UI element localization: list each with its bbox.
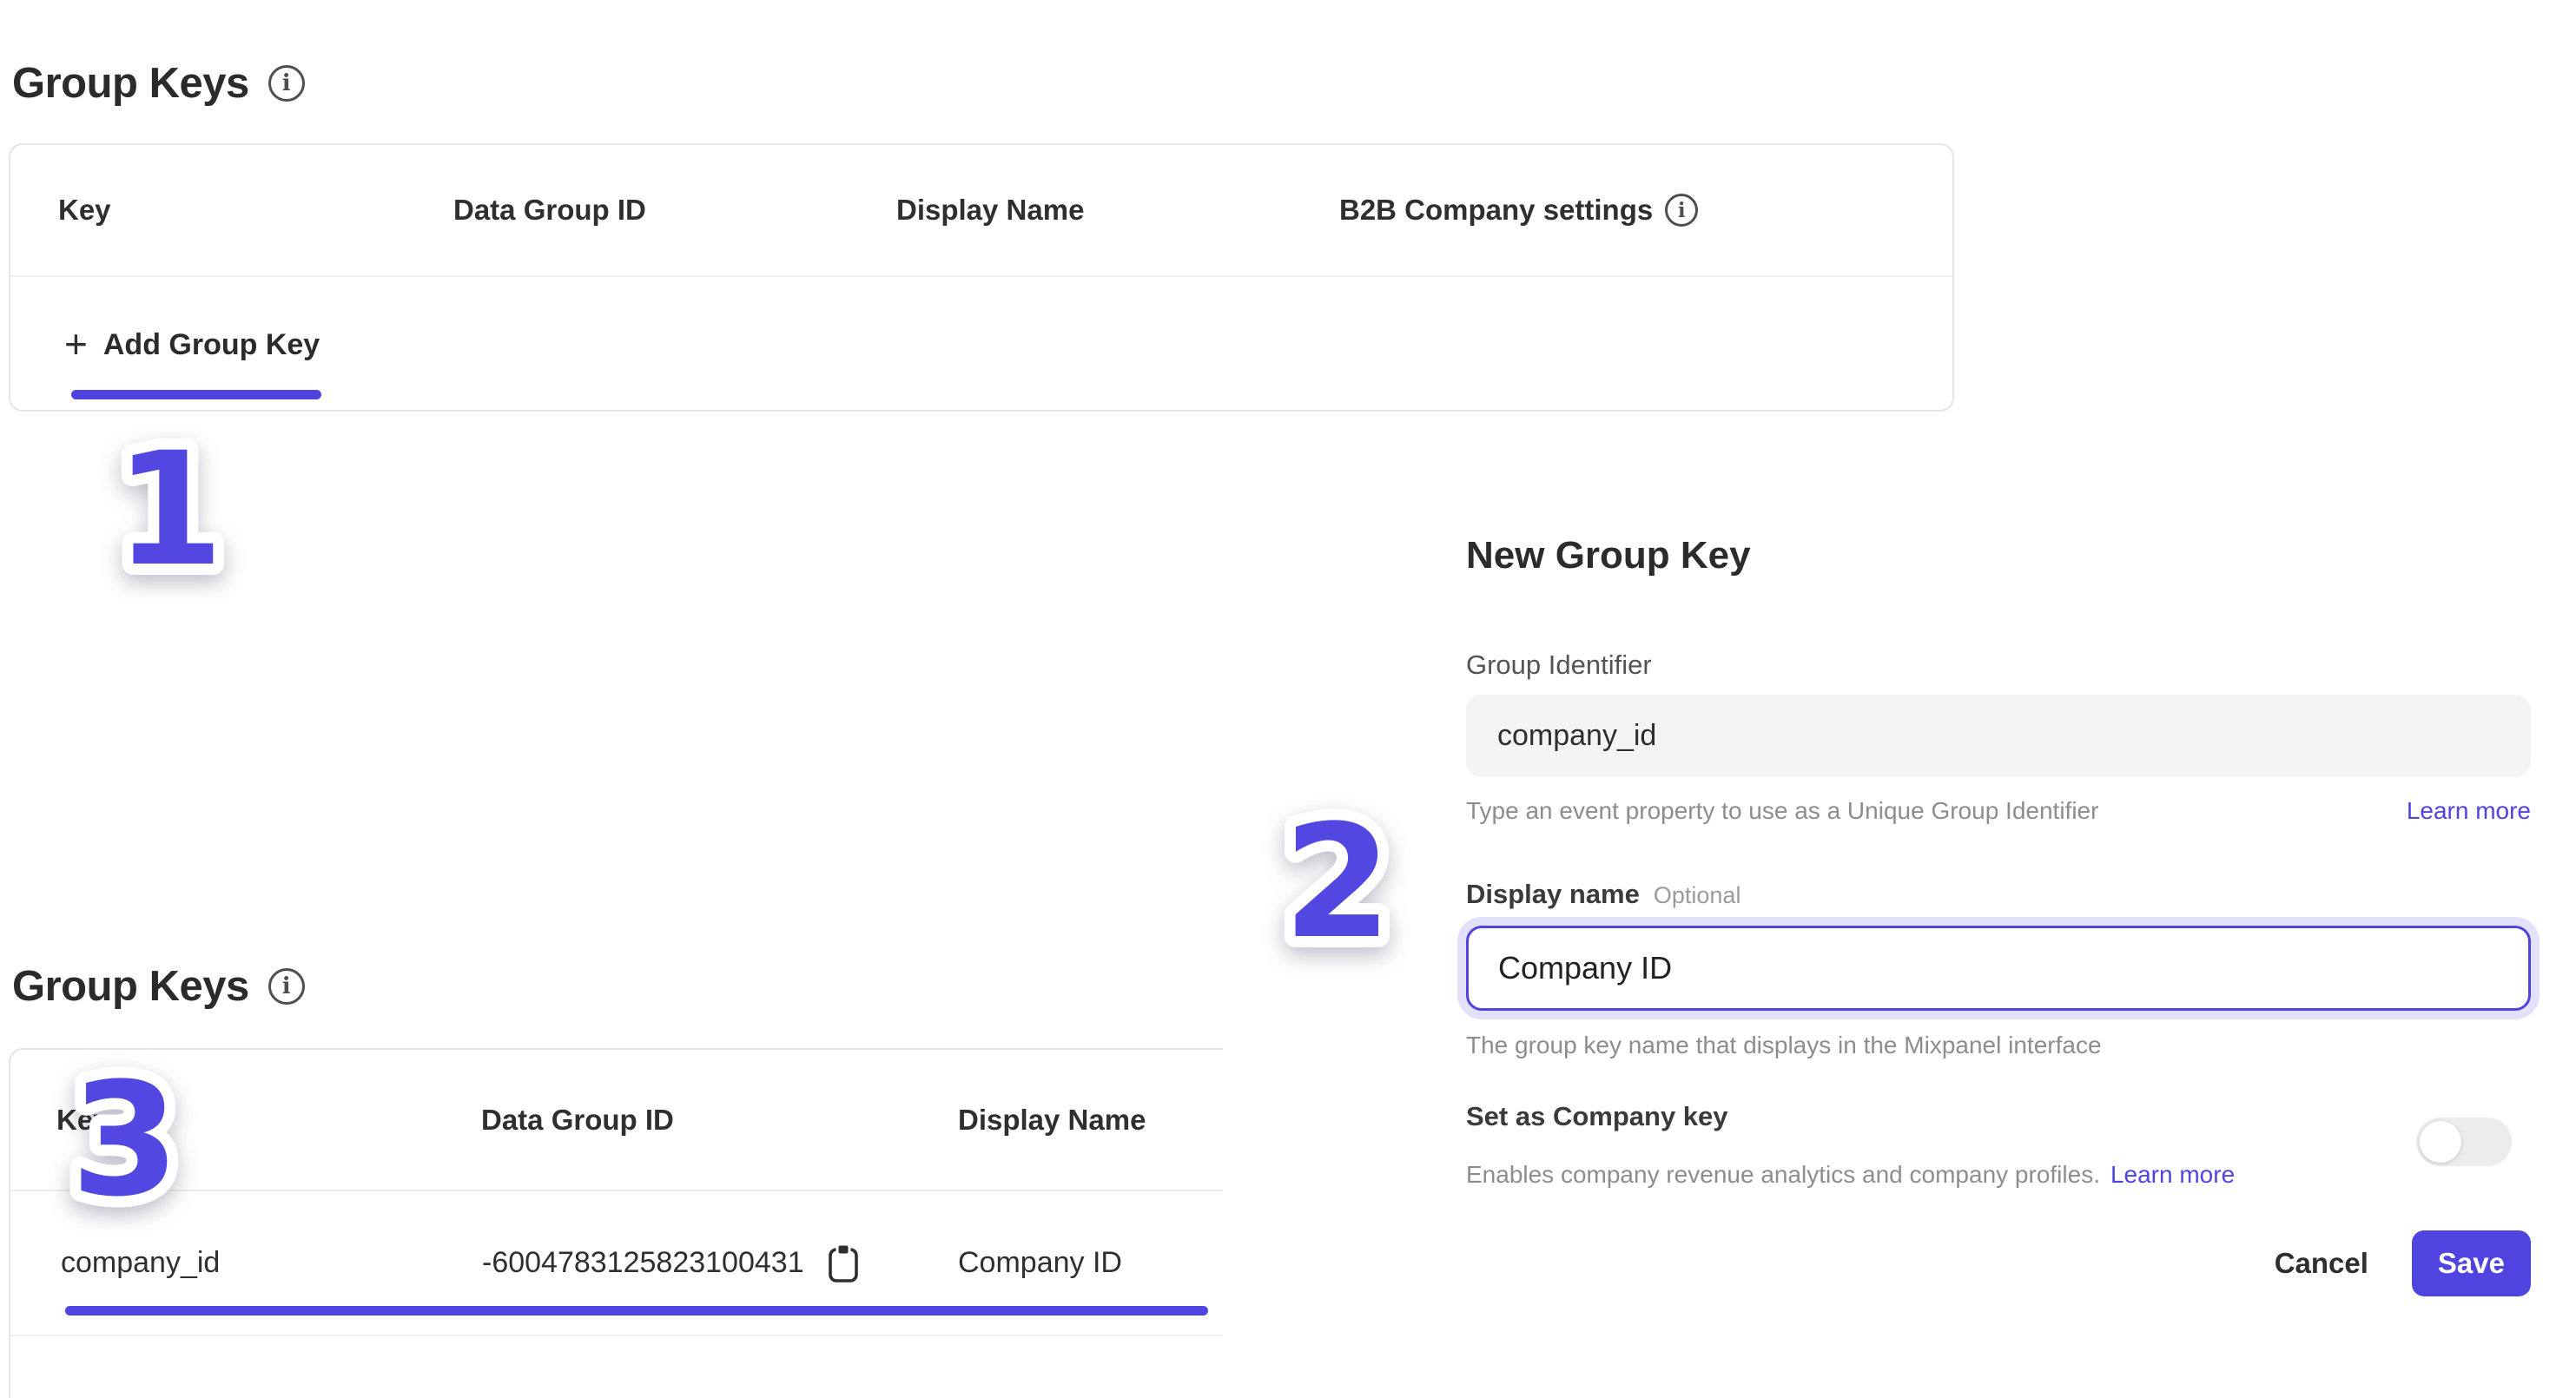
toggle-knob [2420, 1121, 2461, 1163]
cancel-button[interactable]: Cancel [2275, 1247, 2368, 1280]
group-keys-heading-top: Group Keys i [12, 59, 305, 108]
group-identifier-helper: Type an event property to use as a Uniqu… [1466, 797, 2098, 825]
svg-text:2: 2 [1283, 792, 1391, 973]
display-name-label-row: Display name Optional [1466, 879, 1740, 910]
group-identifier-input[interactable]: company_id [1466, 695, 2531, 777]
info-icon[interactable]: i [268, 65, 305, 102]
cell-data-group-id: -6004783125823100431 [482, 1242, 958, 1285]
form-title: New Group Key [1466, 534, 1751, 577]
info-icon[interactable]: i [1665, 194, 1698, 227]
group-keys-heading-bottom: Group Keys i [12, 962, 305, 1011]
form-actions: Cancel Save [1466, 1230, 2531, 1296]
column-header-b2b-settings: B2B Company settings i [1339, 194, 1698, 227]
page-title: Group Keys [12, 59, 249, 108]
display-name-helper: The group key name that displays in the … [1466, 1032, 2102, 1059]
save-button[interactable]: Save [2412, 1230, 2531, 1296]
company-key-toggle[interactable] [2416, 1118, 2512, 1166]
company-key-label: Set as Company key [1466, 1101, 1728, 1132]
column-header-display-name: Display Name [958, 1104, 1146, 1137]
svg-text:3: 3 [70, 1050, 179, 1231]
optional-badge: Optional [1654, 882, 1741, 909]
row-separator [10, 1335, 1223, 1336]
plus-icon: + [64, 324, 88, 364]
display-name-label: Display name [1466, 879, 1640, 910]
step-1-badge: 1 [104, 424, 234, 610]
learn-more-link[interactable]: Learn more [2407, 797, 2531, 825]
column-header-data-group-id: Data Group ID [481, 1104, 958, 1137]
svg-text:1: 1 [115, 419, 223, 601]
copy-icon[interactable] [825, 1242, 862, 1285]
display-name-input[interactable]: Company ID [1466, 926, 2531, 1011]
table-header-row: Key Data Group ID Display Name B2B Compa… [10, 145, 1952, 277]
step-3-badge: 3 [51, 1061, 199, 1248]
column-header-data-group-id: Data Group ID [453, 194, 896, 227]
info-icon[interactable]: i [268, 968, 305, 1005]
group-identifier-label: Group Identifier [1466, 650, 1652, 681]
page: Group Keys i Key Data Group ID Display N… [0, 0, 2576, 1398]
column-header-key: Key [10, 194, 453, 227]
row-highlight-underline [65, 1306, 1208, 1316]
group-identifier-helper-row: Type an event property to use as a Uniqu… [1466, 797, 2531, 825]
add-button-highlight-underline [71, 390, 321, 399]
group-keys-table-top: Key Data Group ID Display Name B2B Compa… [9, 143, 1954, 412]
group-identifier-value: company_id [1497, 719, 1656, 753]
company-key-helper-row: Enables company revenue analytics and co… [1466, 1161, 2531, 1189]
cell-display-name: Company ID [958, 1246, 1122, 1280]
page-title: Group Keys [12, 962, 249, 1011]
company-key-helper: Enables company revenue analytics and co… [1466, 1161, 2100, 1189]
step-2-badge: 2 [1264, 806, 1411, 992]
learn-more-link[interactable]: Learn more [2110, 1161, 2235, 1189]
cell-key: company_id [10, 1246, 482, 1280]
column-header-display-name: Display Name [896, 194, 1339, 227]
display-name-value: Company ID [1498, 950, 1672, 986]
